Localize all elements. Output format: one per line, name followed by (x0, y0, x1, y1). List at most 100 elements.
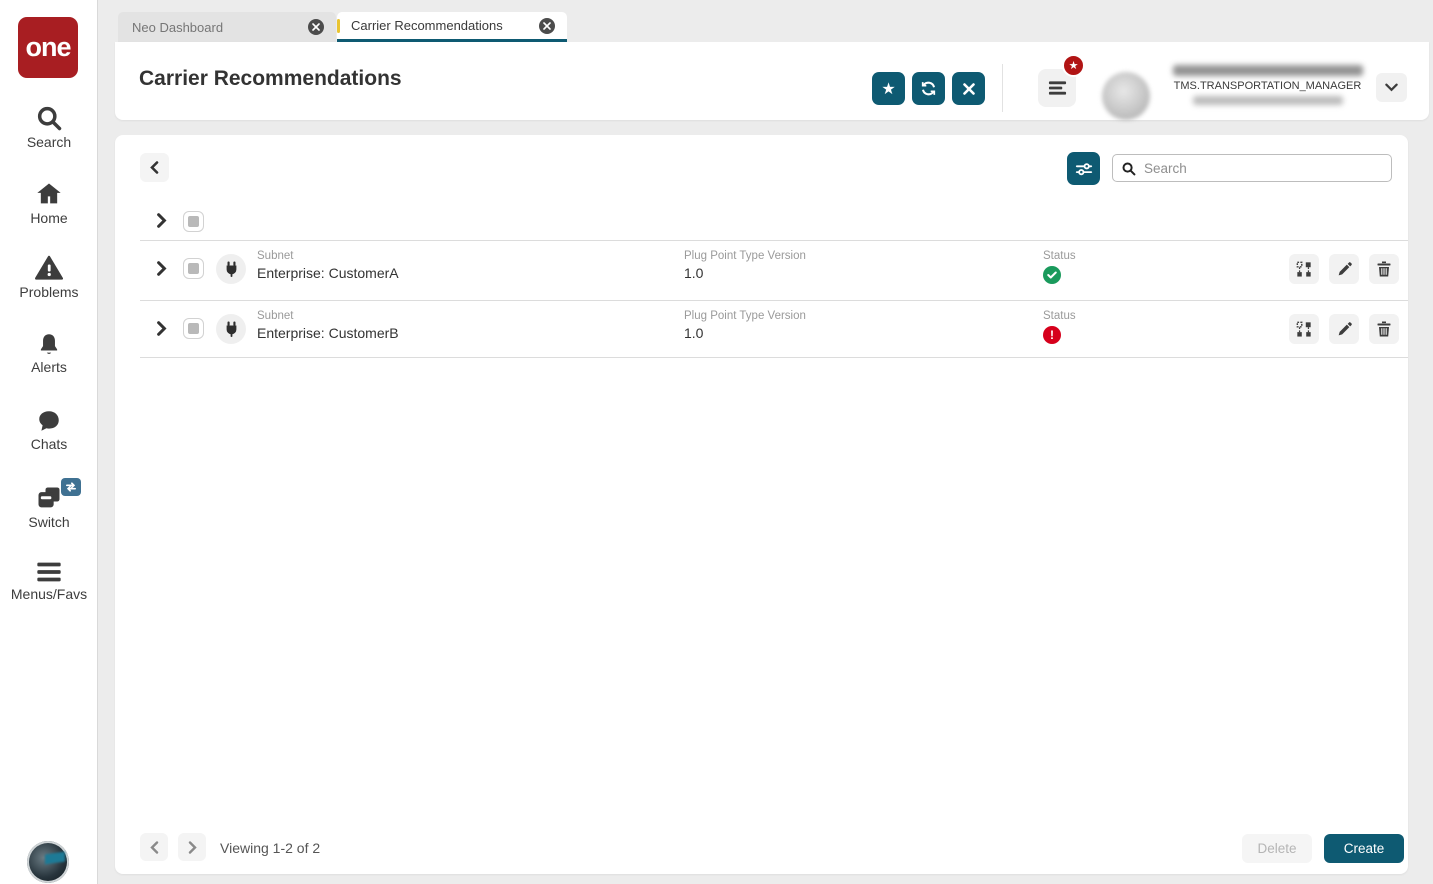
sidebar-item-label: Chats (30, 436, 68, 452)
tab-close-icon[interactable] (308, 19, 324, 35)
delete-row-button[interactable] (1369, 254, 1399, 284)
status-label: Status (1043, 310, 1076, 322)
sidebar-item-alerts[interactable]: Alerts (0, 331, 98, 375)
subnet-label: Subnet (257, 250, 294, 262)
user-avatar[interactable] (1102, 72, 1150, 120)
sidebar-item-label: Home (30, 210, 68, 226)
version-label: Plug Point Type Version (684, 250, 806, 262)
favorites-badge-icon: ★ (1062, 54, 1085, 77)
pagination-status: Viewing 1-2 of 2 (220, 840, 321, 856)
filter-button[interactable] (1067, 152, 1100, 185)
plug-icon (216, 314, 246, 344)
version-value: 1.0 (684, 325, 704, 341)
hierarchy-icon (1296, 321, 1312, 337)
edit-button[interactable] (1329, 314, 1359, 344)
sidebar-item-home[interactable]: Home (0, 180, 98, 226)
hamburger-menu-icon (0, 560, 98, 584)
favorite-button[interactable]: ★ (872, 72, 905, 105)
sidebar-item-label: Menus/Favs (10, 586, 88, 602)
chevron-left-icon (149, 840, 159, 854)
hamburger-menu-icon (1048, 80, 1067, 96)
close-page-button[interactable] (952, 72, 985, 105)
status-error-icon: ! (1043, 326, 1061, 344)
sidebar-item-chats[interactable]: Chats (0, 408, 98, 452)
hierarchy-icon (1296, 261, 1312, 277)
tab-label: Neo Dashboard (132, 19, 224, 35)
sidebar-item-switch[interactable]: Switch (0, 478, 98, 530)
tab-neo-dashboard[interactable]: Neo Dashboard (118, 12, 336, 42)
pagination-prev-button[interactable] (140, 833, 168, 861)
expand-all-chevron[interactable] (155, 213, 168, 233)
sidebar-item-label: Search (26, 134, 72, 150)
sidebar-item-label: Switch (28, 514, 70, 530)
search-icon (1121, 161, 1136, 176)
search-field (1112, 154, 1392, 182)
version-value: 1.0 (684, 265, 704, 281)
star-icon: ★ (881, 80, 896, 98)
table-row: Subnet Enterprise: CustomerB Plug Point … (115, 301, 1408, 357)
sidebar-item-search[interactable]: Search (0, 104, 98, 150)
divider (140, 357, 1408, 358)
checkbox-indeterminate-mark (188, 323, 199, 334)
checkbox-indeterminate-mark (188, 263, 199, 274)
refresh-button[interactable] (912, 72, 945, 105)
back-button[interactable] (140, 153, 169, 182)
sidebar: one Search Home Problems Alerts Chats Sw… (0, 0, 98, 884)
select-all-checkbox[interactable] (183, 211, 204, 232)
tab-carrier-recommendations[interactable]: Carrier Recommendations (337, 12, 567, 42)
sliders-filter-icon (1075, 161, 1093, 177)
table-row: Subnet Enterprise: CustomerA Plug Point … (115, 241, 1408, 297)
expand-row-chevron[interactable] (155, 321, 168, 341)
plug-icon (216, 254, 246, 284)
sidebar-item-label: Alerts (31, 359, 67, 375)
assistant-avatar[interactable] (27, 841, 69, 883)
pagination-next-button[interactable] (178, 833, 206, 861)
delete-row-button[interactable] (1369, 314, 1399, 344)
subnet-value: Enterprise: CustomerB (257, 325, 399, 341)
user-org-redacted (1192, 96, 1343, 105)
chat-bubble-icon (0, 408, 98, 434)
sidebar-item-label: Problems (19, 284, 79, 300)
delete-button[interactable]: Delete (1242, 834, 1312, 863)
row-checkbox[interactable] (183, 318, 204, 339)
trash-icon (1377, 261, 1391, 277)
tab-close-icon[interactable] (539, 17, 555, 34)
one-network-logo[interactable]: one (18, 17, 78, 78)
home-icon (0, 180, 98, 208)
search-input[interactable] (1144, 160, 1383, 176)
edit-button[interactable] (1329, 254, 1359, 284)
subnet-cell: Subnet Enterprise: CustomerB (257, 310, 399, 341)
row-checkbox[interactable] (183, 258, 204, 279)
refresh-icon (920, 80, 937, 97)
chevron-down-icon (1385, 83, 1398, 92)
status-cell: Status ! (1043, 310, 1076, 344)
switch-badge-icon (61, 478, 81, 496)
page-header: Carrier Recommendations ★ ★ TMS.TRANSPOR… (115, 42, 1429, 120)
expand-row-chevron[interactable] (155, 261, 168, 281)
bell-icon (0, 331, 98, 357)
tab-label: Carrier Recommendations (351, 18, 503, 33)
model-hierarchy-button[interactable] (1289, 314, 1319, 344)
content-panel: Subnet Enterprise: CustomerA Plug Point … (115, 135, 1408, 874)
user-info[interactable]: TMS.TRANSPORTATION_MANAGER (1160, 65, 1375, 105)
sidebar-item-menus-favs[interactable]: Menus/Favs (0, 560, 98, 602)
version-cell: Plug Point Type Version 1.0 (684, 310, 806, 341)
warning-triangle-icon (0, 254, 98, 282)
pencil-icon (1337, 321, 1352, 337)
page-title: Carrier Recommendations (139, 67, 402, 90)
main-area: Neo Dashboard Carrier Recommendations Ca… (98, 0, 1433, 884)
tab-bar: Neo Dashboard Carrier Recommendations (98, 0, 1433, 42)
header-separator (1002, 64, 1003, 112)
create-button[interactable]: Create (1324, 834, 1404, 863)
app-window: one Search Home Problems Alerts Chats Sw… (0, 0, 1433, 884)
model-hierarchy-button[interactable] (1289, 254, 1319, 284)
subnet-value: Enterprise: CustomerA (257, 265, 399, 281)
user-menu-button[interactable] (1376, 73, 1407, 102)
close-icon (962, 82, 975, 95)
switch-windows-icon (0, 478, 98, 512)
checkbox-indeterminate-mark (188, 216, 199, 227)
user-role: TMS.TRANSPORTATION_MANAGER (1173, 80, 1362, 92)
chevron-left-icon (150, 161, 159, 174)
sidebar-item-problems[interactable]: Problems (0, 254, 98, 300)
version-label: Plug Point Type Version (684, 310, 806, 322)
